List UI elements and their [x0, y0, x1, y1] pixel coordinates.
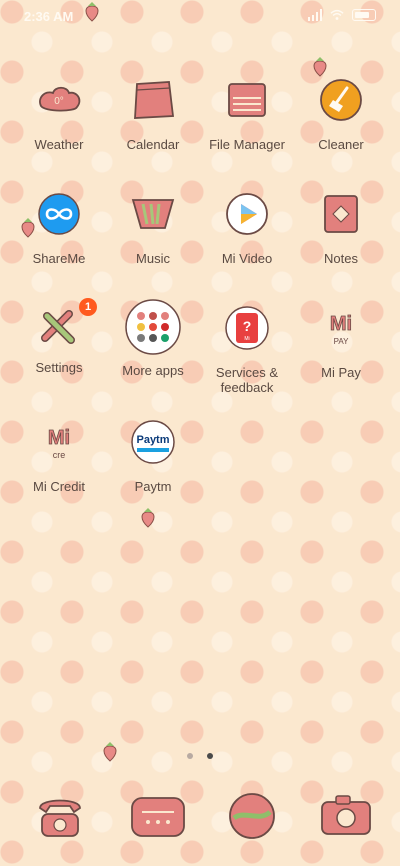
app-label: Services & feedback [215, 365, 279, 395]
app-label: Calendar [126, 137, 180, 152]
page-dot[interactable] [186, 753, 193, 759]
mi-credit-icon: Mi cre [47, 427, 70, 460]
music-icon [131, 199, 175, 229]
services-mark: Mi [244, 336, 249, 342]
status-bar: 2:36 AM [0, 0, 400, 36]
folder-icon [125, 299, 181, 355]
page-dot-active[interactable] [207, 753, 214, 759]
mi-credit-sub: cre [53, 450, 66, 460]
question-mark: ? [243, 318, 252, 334]
app-label: Mi Video [221, 251, 273, 266]
app-label: More apps [122, 363, 184, 378]
app-label: Music [136, 251, 170, 266]
status-icons [308, 9, 376, 21]
app-mi-credit[interactable]: Mi cre Mi Credit [12, 418, 106, 494]
app-settings[interactable]: 1 Settings [12, 298, 106, 375]
app-label: Paytm [134, 479, 172, 494]
shareme-icon [38, 193, 80, 235]
paytm-icon: Paytm [131, 420, 175, 464]
file-manager-icon [228, 83, 266, 117]
app-more-apps-folder[interactable]: More apps [106, 298, 200, 378]
weather-temp: 0° [54, 96, 64, 107]
app-paytm[interactable]: Paytm Paytm [106, 418, 200, 494]
app-label: Settings [35, 360, 83, 375]
phone-icon[interactable] [30, 790, 90, 842]
settings-icon-wrap: 1 [35, 298, 97, 352]
app-mi-pay[interactable]: Mi PAY Mi Pay [294, 304, 388, 380]
mi-pay-logo: Mi [330, 313, 352, 335]
app-weather[interactable]: 0° Weather [12, 76, 106, 152]
browser-icon[interactable] [222, 790, 282, 842]
app-label: Cleaner [318, 137, 364, 152]
notification-badge: 1 [79, 298, 97, 316]
app-label: Mi Pay [321, 365, 361, 380]
app-music[interactable]: Music [106, 190, 200, 266]
app-notes[interactable]: Notes [294, 190, 388, 266]
strawberry-decoration-icon [313, 57, 327, 77]
app-label: Notes [324, 251, 358, 266]
wifi-icon [330, 9, 344, 20]
app-mi-video[interactable]: Mi Video [200, 190, 294, 266]
app-cleaner[interactable]: Cleaner [294, 76, 388, 152]
messaging-icon[interactable] [128, 790, 188, 842]
calendar-icon [134, 81, 175, 119]
battery-icon [352, 9, 376, 21]
play-icon [226, 193, 268, 235]
page-indicator [0, 746, 400, 764]
strawberry-decoration-icon [141, 508, 155, 528]
services-feedback-icon: ? Mi [225, 306, 269, 350]
app-file-manager[interactable]: File Manager [200, 76, 294, 152]
weather-cloud-icon: 0° [39, 86, 81, 112]
broom-icon [320, 79, 362, 121]
paytm-logo: Paytm [136, 434, 169, 446]
notes-icon [324, 195, 358, 233]
mi-credit-logo: Mi [48, 427, 70, 449]
mi-pay-sub: PAY [334, 337, 349, 346]
signal-icon [308, 9, 322, 21]
app-label: Weather [34, 137, 84, 152]
app-label: ShareMe [32, 251, 86, 266]
status-time: 2:36 AM [24, 9, 74, 24]
strawberry-decoration-icon [85, 2, 99, 22]
app-shareme[interactable]: ShareMe [12, 190, 106, 266]
app-label: Mi Credit [32, 479, 85, 494]
mi-pay-icon: Mi PAY [329, 313, 352, 346]
settings-icon [41, 310, 75, 344]
app-label: File Manager [209, 137, 285, 152]
app-calendar[interactable]: Calendar [106, 76, 200, 152]
camera-icon[interactable] [316, 790, 376, 842]
app-services-feedback[interactable]: ? Mi Services & feedback [200, 304, 294, 395]
